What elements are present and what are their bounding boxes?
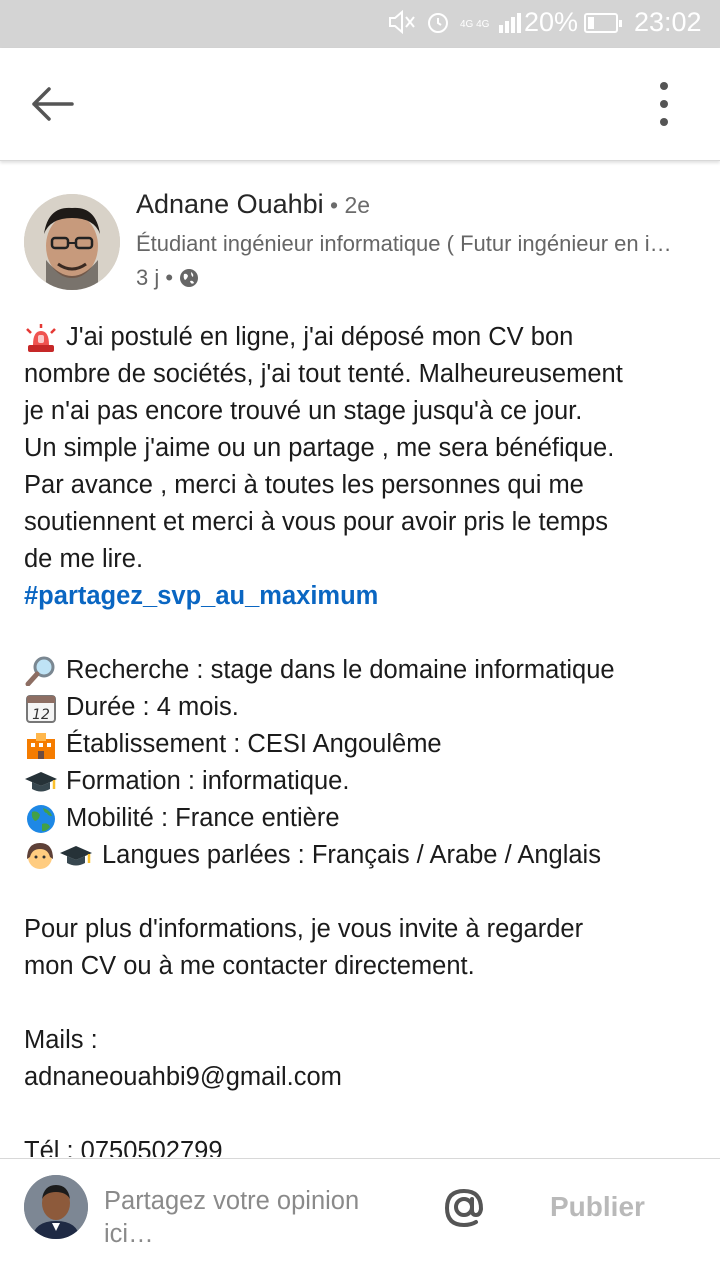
info-line-1: Pour plus d'informations, je vous invite… — [24, 915, 584, 943]
body-line-6: soutiennent et merci à vous pour avoir p… — [24, 508, 608, 536]
body-line-5: Par avance , merci à toutes les personne… — [24, 471, 584, 499]
body-line-3: je n'ai pas encore trouvé un stage jusqu… — [24, 397, 583, 425]
body-line-4: Un simple j'aime ou un partage , me sera… — [24, 434, 615, 462]
comment-bar: Partagez votre opinion ici… Publier — [0, 1158, 720, 1281]
time-ago: 3 j • — [136, 265, 174, 290]
detail-duration: 12 Durée : 4 mois. — [24, 689, 704, 726]
network-label: 4G 4G — [460, 18, 490, 30]
author-name[interactable]: Adnane Ouahbi • 2e — [136, 189, 370, 220]
woman-student-icon — [24, 841, 94, 871]
detail-school-text: Établissement : CESI Angoulême — [66, 730, 442, 758]
battery-icon — [584, 13, 622, 33]
detail-training-text: Formation : informatique. — [66, 767, 350, 795]
info-line-2: mon CV ou à me contacter directement. — [24, 952, 475, 980]
rotating-light-icon — [24, 323, 58, 353]
post-meta: 3 j • — [136, 265, 199, 291]
back-button[interactable] — [22, 78, 78, 130]
school-building-icon — [24, 730, 58, 760]
globe-earth-icon — [24, 804, 58, 834]
post-body: J'ai postulé en ligne, j'ai déposé mon C… — [24, 319, 704, 1157]
body-line-1: J'ai postulé en ligne, j'ai déposé mon C… — [66, 323, 574, 351]
detail-search: Recherche : stage dans le domaine inform… — [24, 652, 704, 689]
publish-button[interactable]: Publier — [550, 1191, 645, 1223]
arrow-left-icon — [32, 87, 74, 121]
detail-mobility: Mobilité : France entière — [24, 800, 704, 837]
battery-percent: 20% — [524, 7, 579, 37]
more-vertical-icon — [660, 82, 668, 126]
author-headline: Étudiant ingénieur informatique ( Futur … — [136, 231, 676, 256]
more-options-button[interactable] — [648, 78, 680, 130]
current-user-avatar — [24, 1175, 88, 1239]
phone-number[interactable]: Tél : 0750502799 — [24, 1133, 704, 1157]
detail-mobility-text: Mobilité : France entière — [66, 804, 340, 832]
calendar-icon: 12 — [24, 693, 58, 723]
svg-text:12: 12 — [32, 707, 50, 723]
body-line: J'ai postulé en ligne, j'ai déposé mon C… — [24, 319, 704, 356]
at-icon — [444, 1188, 484, 1228]
connection-degree: • 2e — [323, 192, 371, 218]
magnifier-icon — [24, 656, 58, 686]
detail-school: Établissement : CESI Angoulême — [24, 726, 704, 763]
status-bar: 4G 4G 20% 23:02 — [0, 0, 720, 48]
email-address[interactable]: adnaneouahbi9@gmail.com — [24, 1059, 704, 1096]
detail-languages-text: Langues parlées : Français / Arabe / Ang… — [102, 841, 601, 869]
mails-label: Mails : — [24, 1026, 98, 1054]
comment-placeholder-line-2: ici… — [104, 1220, 154, 1248]
mention-button[interactable] — [442, 1185, 486, 1229]
alarm-icon — [426, 10, 450, 39]
detail-languages: Langues parlées : Français / Arabe / Ang… — [24, 837, 704, 874]
signal-icon — [499, 11, 525, 38]
comment-placeholder-line-1: Partagez votre opinion — [104, 1187, 360, 1215]
detail-duration-text: Durée : 4 mois. — [66, 693, 239, 721]
comment-input[interactable]: Partagez votre opinion ici… — [104, 1185, 404, 1251]
app-bar — [0, 48, 720, 161]
globe-icon — [180, 269, 199, 287]
detail-search-text: Recherche : stage dans le domaine inform… — [66, 656, 615, 684]
body-line-2: nombre de sociétés, j'ai tout tenté. Mal… — [24, 360, 623, 388]
author-avatar[interactable] — [24, 194, 120, 290]
clock: 23:02 — [634, 7, 702, 37]
graduation-cap-icon — [24, 767, 58, 797]
mute-icon — [388, 9, 416, 39]
detail-training: Formation : informatique. — [24, 763, 704, 800]
author-name-text: Adnane Ouahbi — [136, 189, 324, 219]
hashtag-link[interactable]: #partagez_svp_au_maximum — [24, 578, 378, 615]
body-line-7: de me lire. — [24, 545, 144, 573]
post: Adnane Ouahbi • 2e Étudiant ingénieur in… — [0, 161, 720, 1157]
